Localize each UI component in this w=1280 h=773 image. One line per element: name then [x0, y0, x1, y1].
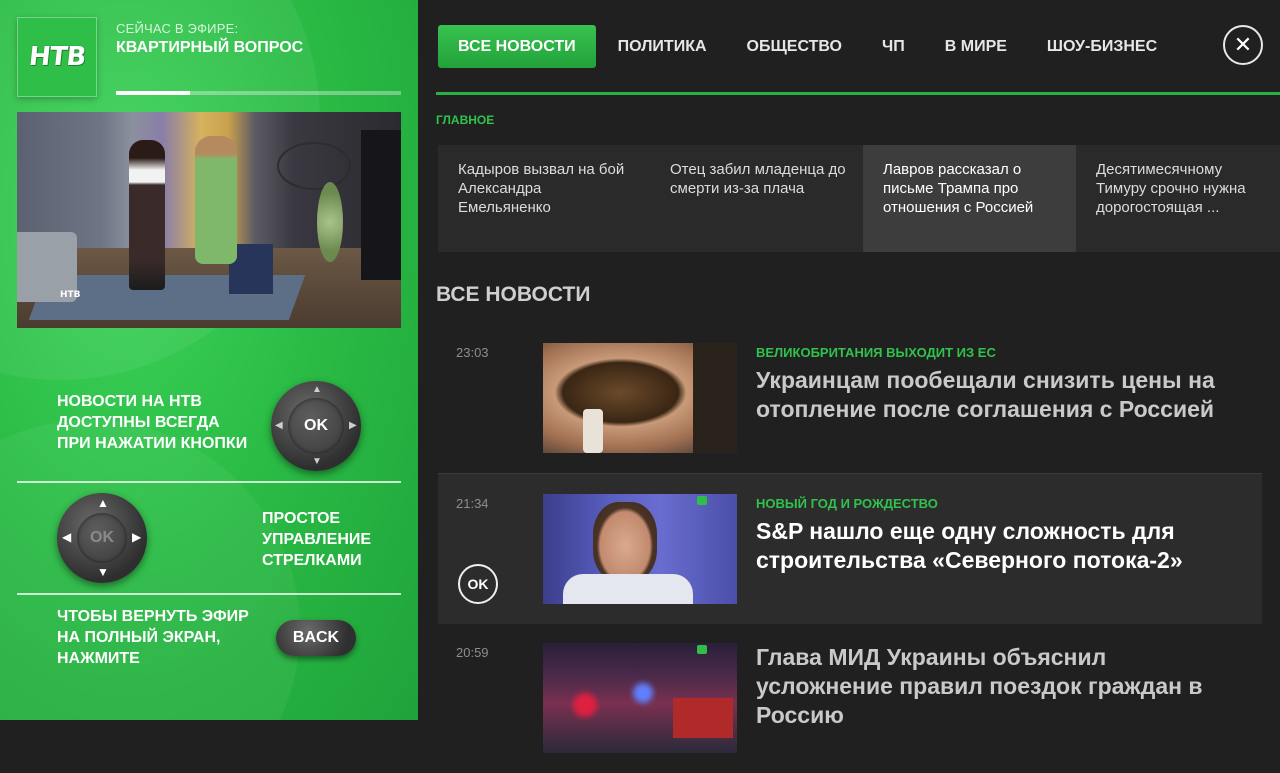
- help-ok-line: ДОСТУПНЫ ВСЕГДА: [57, 414, 220, 431]
- news-panel: ВСЕ НОВОСТИ ПОЛИТИКА ОБЩЕСТВО ЧП В МИРЕ …: [418, 0, 1280, 753]
- main-news-card[interactable]: Кадыров вызвал на бой Александра Емельян…: [438, 145, 650, 252]
- video-person-2: [195, 136, 237, 264]
- ok-hint-button[interactable]: OK: [458, 564, 498, 604]
- arrow-down-icon: ▼: [97, 565, 109, 579]
- arrow-up-icon: ▲: [312, 384, 322, 395]
- thumbnail-collar: [563, 574, 693, 604]
- thumbnail-jar: [583, 409, 603, 453]
- news-list-item[interactable]: 20:59 Глава МИД Украины объяснил усложне…: [438, 623, 1262, 773]
- news-time: 21:34: [456, 496, 489, 511]
- on-air-progress-fill: [116, 91, 191, 95]
- video-shelf: [277, 142, 351, 190]
- tab-showbiz[interactable]: ШОУ-БИЗНЕС: [1027, 25, 1177, 68]
- tab-society[interactable]: ОБЩЕСТВО: [727, 25, 862, 68]
- tab-all-news[interactable]: ВСЕ НОВОСТИ: [438, 25, 596, 68]
- arrow-right-icon: ▶: [132, 530, 142, 544]
- main-news-card[interactable]: Десятимесячному Тимуру срочно нужна доро…: [1076, 145, 1280, 252]
- main-news-card-selected[interactable]: Лавров рассказал о письме Трампа про отн…: [863, 145, 1076, 252]
- news-category: ВЕЛИКОБРИТАНИЯ ВЫХОДИТ ИЗ ЕС: [756, 345, 996, 360]
- news-time: 23:03: [456, 345, 489, 360]
- thumbnail-face: [593, 502, 657, 582]
- thumbnail-light-red: [573, 693, 597, 717]
- news-category: НОВЫЙ ГОД И РОЖДЕСТВО: [756, 496, 938, 511]
- news-thumbnail: [543, 494, 737, 604]
- news-thumbnail: [543, 343, 737, 453]
- main-news-card[interactable]: Отец забил младенца до смерти из-за плач…: [650, 145, 863, 252]
- help-arrows-text: ПРОСТОЕ УПРАВЛЕНИЕ СТРЕЛКАМИ: [262, 508, 371, 571]
- help-ok-line: НОВОСТИ НА НТВ: [57, 393, 202, 410]
- on-air-title: КВАРТИРНЫЙ ВОПРОС: [116, 39, 304, 56]
- sidebar-divider: [17, 593, 401, 595]
- news-headline: Украинцам пообещали снизить цены на отоп…: [756, 367, 1215, 422]
- sidebar-divider: [17, 481, 401, 483]
- video-tv: [361, 130, 401, 280]
- help-back-line: НА ПОЛНЫЙ ЭКРАН,: [57, 629, 221, 646]
- news-headline: S&P нашло еще одну сложность для строите…: [756, 518, 1183, 573]
- arrows-illustration: ▲ ▼ ◀ ▶ OK: [57, 493, 147, 583]
- arrow-right-icon: ▶: [349, 420, 357, 431]
- help-back-line: ЧТОБЫ ВЕРНУТЬ ЭФИР: [57, 608, 249, 625]
- all-news-title: ВСЕ НОВОСТИ: [436, 283, 591, 306]
- news-headline: Глава МИД Украины объяснил усложнение пр…: [756, 644, 1203, 728]
- help-back-text: ЧТОБЫ ВЕРНУТЬ ЭФИР НА ПОЛНЫЙ ЭКРАН, НАЖМ…: [57, 606, 249, 669]
- tab-politics[interactable]: ПОЛИТИКА: [598, 25, 727, 68]
- main-news-cards: Кадыров вызвал на бой Александра Емельян…: [438, 145, 1280, 252]
- main-section-label: ГЛАВНОЕ: [436, 113, 495, 127]
- sidebar: НТВ СЕЙЧАС В ЭФИРЕ: КВАРТИРНЫЙ ВОПРОС НТ…: [0, 0, 418, 720]
- arrow-up-icon: ▲: [97, 496, 109, 510]
- thumbnail-shadow: [693, 343, 737, 453]
- thumbnail-truck: [673, 698, 733, 738]
- ok-button-label: OK: [288, 398, 344, 454]
- ntv-mini-logo: [697, 645, 707, 654]
- ntv-logo-text: НТВ: [27, 42, 87, 72]
- category-tabs: ВСЕ НОВОСТИ ПОЛИТИКА ОБЩЕСТВО ЧП В МИРЕ …: [438, 25, 1177, 68]
- help-ok-line: ПРИ НАЖАТИИ КНОПКИ: [57, 435, 248, 452]
- close-button[interactable]: ✕: [1223, 25, 1263, 65]
- help-arrows-line: ПРОСТОЕ: [262, 510, 341, 527]
- tabs-underline: [436, 92, 1280, 95]
- close-icon: ✕: [1233, 32, 1253, 57]
- help-arrows-line: СТРЕЛКАМИ: [262, 552, 362, 569]
- on-air-label: СЕЙЧАС В ЭФИРЕ:: [116, 21, 239, 36]
- ntv-logo: НТВ: [17, 17, 97, 97]
- help-ok-text: НОВОСТИ НА НТВ ДОСТУПНЫ ВСЕГДА ПРИ НАЖАТ…: [57, 391, 247, 454]
- help-back-line: НАЖМИТЕ: [57, 650, 140, 667]
- news-list-item-selected[interactable]: 21:34 НОВЫЙ ГОД И РОЖДЕСТВО S&P нашло ещ…: [438, 473, 1262, 624]
- video-plant: [317, 182, 343, 262]
- ok-button-illustration: ▲ ▼ ◀ ▶ OK: [271, 381, 361, 471]
- tab-emergencies[interactable]: ЧП: [862, 25, 925, 68]
- arrows-ok-label: OK: [77, 513, 127, 563]
- arrow-down-icon: ▼: [312, 456, 322, 467]
- tab-world[interactable]: В МИРЕ: [925, 25, 1027, 68]
- video-person-1: [129, 140, 165, 290]
- news-time: 20:59: [456, 645, 489, 660]
- arrow-left-icon: ◀: [62, 530, 72, 544]
- news-list-item[interactable]: 23:03 ВЕЛИКОБРИТАНИЯ ВЫХОДИТ ИЗ ЕС Украи…: [438, 323, 1262, 473]
- arrow-left-icon: ◀: [275, 420, 283, 431]
- thumbnail-light-blue: [633, 683, 653, 703]
- video-watermark: НТВ: [60, 290, 81, 300]
- help-arrows-line: УПРАВЛЕНИЕ: [262, 531, 372, 548]
- news-thumbnail: [543, 643, 737, 753]
- ntv-mini-logo: [697, 496, 707, 505]
- live-video-preview[interactable]: НТВ: [17, 112, 401, 328]
- back-button-illustration: BACK: [276, 620, 356, 656]
- on-air-progress: [116, 91, 401, 95]
